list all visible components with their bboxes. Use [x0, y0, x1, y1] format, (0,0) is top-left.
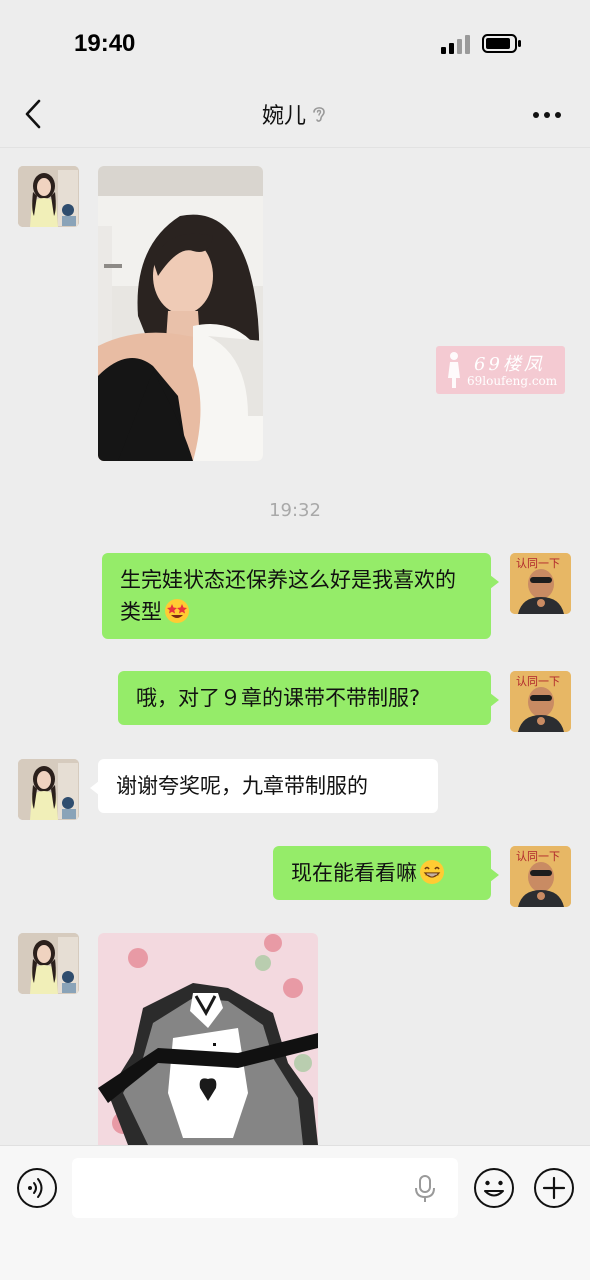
- contact-avatar-image: [18, 933, 79, 994]
- grinning-emoji: [420, 860, 444, 884]
- my-avatar-image: 认同一下: [510, 553, 571, 614]
- incoming-message-bubble[interactable]: 谢谢夸奖呢，九章带制服的: [90, 759, 438, 813]
- battery-icon: [482, 34, 521, 53]
- contact-avatar[interactable]: [18, 933, 79, 994]
- message-input[interactable]: [72, 1158, 458, 1218]
- plus-icon[interactable]: [533, 1167, 575, 1209]
- status-bar: 19:40: [0, 0, 590, 80]
- my-avatar[interactable]: 认同一下: [510, 671, 571, 732]
- watermark-main-text: 69楼凤: [474, 354, 545, 375]
- outgoing-message-bubble[interactable]: 现在能看看嘛: [273, 846, 499, 900]
- nav-bar: 婉儿: [0, 80, 590, 148]
- chat-title: 婉儿: [0, 98, 590, 130]
- microphone-icon[interactable]: [414, 1174, 436, 1204]
- chat-screen: 19:40 婉儿 69楼凤 69loufeng.com 19:32 生完娃状态还…: [0, 0, 590, 1280]
- smiley-icon[interactable]: [473, 1167, 515, 1209]
- svg-text:认同一下: 认同一下: [516, 850, 560, 863]
- contact-name: 婉儿: [261, 104, 306, 129]
- my-avatar-image: 认同一下: [510, 671, 571, 732]
- my-avatar-image: 认同一下: [510, 846, 571, 907]
- chat-timestamp: 19:32: [269, 500, 321, 521]
- selfie-image: [98, 166, 263, 461]
- input-bar: [0, 1145, 590, 1280]
- voice-icon[interactable]: [16, 1167, 58, 1209]
- maid-uniform-image: [98, 933, 318, 1145]
- cellular-signal-icon: [441, 34, 471, 54]
- status-time: 19:40: [74, 30, 136, 57]
- watermark-sub-text: 69loufeng.com: [467, 374, 558, 388]
- watermark: 69楼凤 69loufeng.com: [436, 346, 565, 394]
- contact-photo-uniform[interactable]: [98, 933, 318, 1145]
- message-text: 现在能看看嘛: [291, 861, 417, 885]
- more-dots-icon[interactable]: [532, 111, 562, 119]
- svg-text:认同一下: 认同一下: [516, 675, 560, 688]
- my-avatar[interactable]: 认同一下: [510, 553, 571, 614]
- my-avatar[interactable]: 认同一下: [510, 846, 571, 907]
- contact-photo-selfie[interactable]: [98, 166, 263, 461]
- svg-text:认同一下: 认同一下: [516, 557, 560, 570]
- outgoing-message-bubble[interactable]: 哦，对了９章的课带不带制服?: [118, 671, 499, 725]
- contact-avatar-image: [18, 166, 79, 227]
- ear-icon: [313, 107, 325, 122]
- outgoing-message-bubble[interactable]: 生完娃状态还保养这么好是我喜欢的类型: [102, 553, 499, 639]
- message-text: 谢谢夸奖呢，九章带制服的: [116, 774, 368, 798]
- contact-avatar-image: [18, 759, 79, 820]
- message-text: 哦，对了９章的课带不带制服?: [136, 686, 421, 710]
- contact-avatar[interactable]: [18, 166, 79, 227]
- watermark-figure-icon: [448, 352, 460, 388]
- contact-avatar[interactable]: [18, 759, 79, 820]
- star-struck-emoji: [165, 599, 189, 623]
